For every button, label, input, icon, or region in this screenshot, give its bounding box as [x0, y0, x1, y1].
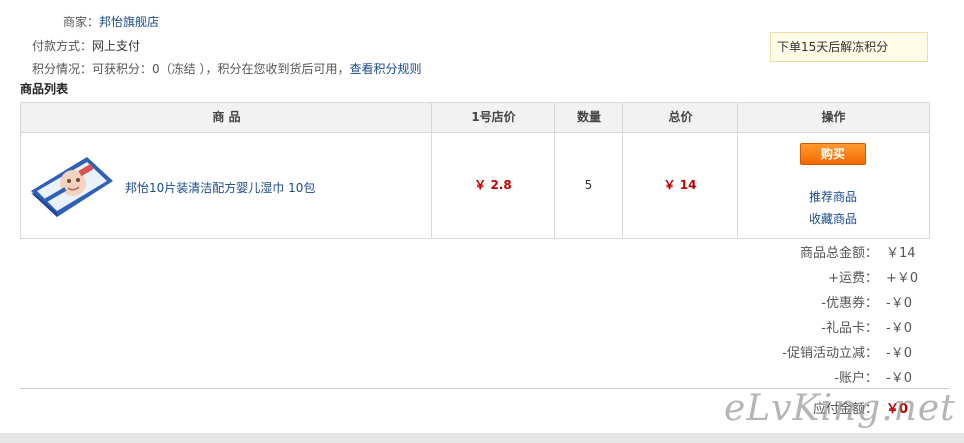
recommend-link[interactable]: 推荐商品 [809, 188, 857, 205]
summary-value: -￥0 [886, 321, 912, 336]
summary-label: -优惠券： [821, 296, 878, 311]
summary-label: -账户： [834, 371, 878, 386]
quantity-cell: 5 [555, 133, 622, 238]
summary-value: +￥0 [886, 271, 919, 286]
merchant-label: 商家： [63, 15, 100, 29]
points-row: 积分情况：可获积分：0（冻结 ），积分在您收到货后可用，查看积分规则 [32, 60, 421, 77]
merchant-link[interactable]: 邦怡旗舰店 [99, 15, 159, 29]
product-thumbnail[interactable] [27, 151, 115, 221]
summary-label: +运费： [828, 271, 878, 286]
summary-label: -礼品卡： [821, 321, 878, 336]
payment-value: 网上支付 [92, 39, 141, 53]
row-total: ￥ 14 [663, 178, 697, 192]
actions-cell: 购买 推荐商品 收藏商品 [738, 133, 929, 238]
summary-label: -促销活动立减： [782, 346, 878, 361]
summary-value: -￥0 [886, 346, 912, 361]
product-cell: 邦怡10片装清洁配方婴儿湿巾 10包 [21, 133, 431, 238]
summary-row-subtotal: 商品总金额： ￥14 [800, 242, 916, 262]
unit-price: ￥ 2.8 [474, 178, 512, 192]
header-total: 总价 [668, 110, 693, 124]
header-unit-price: 1号店价 [471, 110, 516, 124]
total-cell: ￥ 14 [623, 133, 737, 238]
header-product: 商 品 [212, 110, 241, 124]
unfreeze-notice: 下单15天后解冻积分 [770, 32, 928, 62]
bottom-bar [0, 433, 964, 443]
buy-button[interactable]: 购买 [800, 143, 866, 165]
summary-value: -￥0 [886, 296, 912, 311]
product-name-link[interactable]: 邦怡10片装清洁配方婴儿湿巾 10包 [125, 179, 315, 196]
summary-row-shipping: +运费： +￥0 [828, 267, 919, 287]
product-table: 商 品 1号店价 数量 总价 操作 邦怡10片装清洁配方婴儿湿巾 10包 ￥ 2… [20, 102, 930, 239]
summary-row-giftcard: -礼品卡： -￥0 [821, 317, 916, 337]
summary-row-promotion: -促销活动立减： -￥0 [782, 342, 916, 362]
quantity-value: 5 [584, 178, 593, 192]
section-title: 商品列表 [20, 82, 69, 96]
summary-row-coupon: -优惠券： -￥0 [821, 292, 916, 312]
table-header: 商 品 1号店价 数量 总价 操作 [21, 103, 929, 133]
header-quantity: 数量 [576, 110, 601, 124]
summary-value: ￥14 [886, 246, 916, 261]
watermark: eLvKing.net [724, 388, 956, 429]
header-actions: 操作 [821, 110, 846, 124]
summary-value: -￥0 [886, 371, 912, 386]
points-rules-link[interactable]: 查看积分规则 [349, 62, 421, 76]
payment-row: 付款方式：网上支付 [32, 37, 140, 54]
unit-price-cell: ￥ 2.8 [432, 133, 554, 238]
points-text: 积分情况：可获积分：0（冻结 ），积分在您收到货后可用， [32, 62, 350, 76]
summary-row-account: -账户： -￥0 [834, 367, 916, 387]
favorite-link[interactable]: 收藏商品 [809, 210, 857, 227]
merchant-row: 商家：邦怡旗舰店 [63, 13, 159, 30]
payment-label: 付款方式： [32, 39, 93, 53]
summary-label: 商品总金额： [799, 246, 878, 261]
